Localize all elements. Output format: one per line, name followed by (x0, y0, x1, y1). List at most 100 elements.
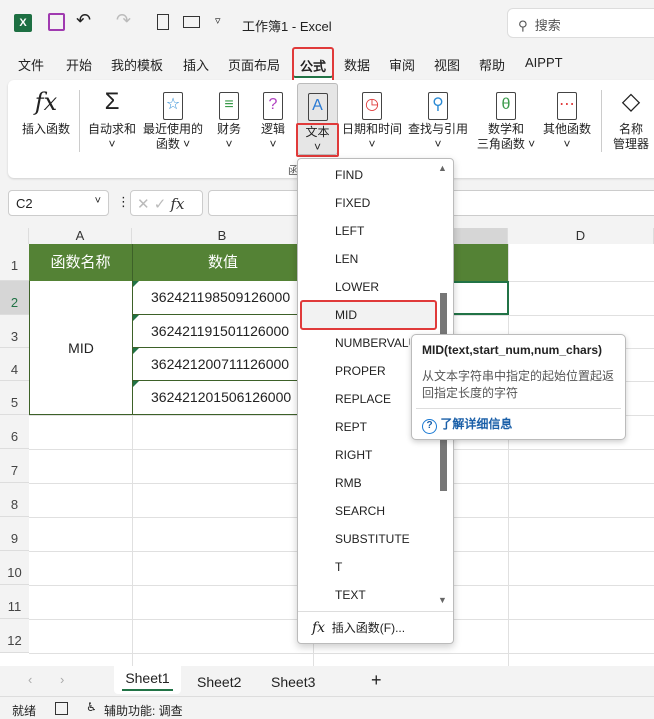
tab-data[interactable]: 数据 (344, 55, 370, 74)
row-header[interactable]: 7 (0, 449, 29, 483)
row-header[interactable]: 6 (0, 415, 29, 449)
name-manager-button[interactable]: ◇ 名称 管理器 (608, 86, 654, 152)
menu-item-rept[interactable]: REPT (335, 420, 367, 434)
value-cell[interactable]: 362421198509126000 (132, 281, 313, 315)
select-all-corner[interactable] (0, 228, 29, 244)
name-box[interactable]: C2 ˅ (8, 190, 109, 216)
scroll-up-icon[interactable]: ▲ (438, 163, 447, 173)
ribbon-divider (601, 90, 602, 152)
menu-item-rmb[interactable]: RMB (335, 476, 362, 490)
menu-item-text[interactable]: TEXT (335, 588, 366, 602)
question-book-icon: ? (263, 92, 283, 120)
formula-buttons: ✕ ✓ fx (130, 190, 203, 216)
enter-icon[interactable]: ✓ (154, 196, 167, 213)
row-header[interactable]: 8 (0, 483, 29, 517)
menu-item-fixed[interactable]: FIXED (335, 196, 370, 210)
help-icon: ? (422, 419, 437, 434)
search-box[interactable]: ⚲ 搜索 (507, 8, 654, 38)
chevron-down-icon: ˅ (94, 195, 101, 207)
scroll-down-icon[interactable]: ▼ (438, 595, 447, 605)
tooltip-divider (416, 408, 621, 409)
sheet-tab-sheet2[interactable]: Sheet2 (197, 674, 241, 690)
value-cell[interactable]: 362421201506126000 (132, 381, 313, 415)
add-sheet-icon[interactable]: + (371, 670, 382, 691)
menu-item-numbervalue[interactable]: NUMBERVALUE (335, 336, 410, 350)
menu-divider (298, 611, 453, 612)
column-header-d[interactable]: D (508, 228, 654, 244)
tab-page-layout[interactable]: 页面布局 (228, 55, 280, 74)
merged-cell-a2-a5[interactable]: MID (29, 281, 133, 415)
letter-a-book-icon: A (307, 93, 328, 121)
insert-function-button[interactable]: fx 插入函数 (18, 86, 74, 137)
value-cell[interactable]: 362421200711126000 (132, 348, 313, 381)
row-header[interactable]: 2 (0, 281, 29, 315)
error-indicator-icon[interactable] (133, 381, 139, 387)
more-icon[interactable]: ⋮ (117, 194, 130, 210)
status-ready: 就绪 (12, 704, 37, 718)
accessibility-icon[interactable]: ♿ (86, 700, 97, 714)
tab-view[interactable]: 视图 (434, 55, 460, 74)
recent-functions-button[interactable]: ☆ 最近使用的 函数 ˅ (141, 86, 205, 152)
redo-icon[interactable]: ↷ (116, 10, 131, 31)
tab-file[interactable]: 文件 (18, 55, 44, 74)
row-header[interactable]: 10 (0, 551, 29, 585)
header-cell-b1[interactable]: 数值 (132, 244, 313, 281)
tab-review[interactable]: 审阅 (389, 55, 415, 74)
save-icon[interactable] (48, 13, 65, 31)
menu-item-search[interactable]: SEARCH (335, 504, 385, 518)
lookup-button[interactable]: ⚲ 查找与引用 ˅ (406, 86, 470, 152)
row-header[interactable]: 1 (0, 244, 29, 281)
menu-item-left[interactable]: LEFT (335, 224, 364, 238)
menu-item-find[interactable]: FIND (335, 168, 363, 182)
row-header[interactable]: 4 (0, 348, 29, 381)
date-time-button[interactable]: ◷ 日期和时间 ˅ (340, 86, 404, 152)
error-indicator-icon[interactable] (133, 315, 139, 321)
menu-item-t[interactable]: T (335, 560, 342, 574)
math-trig-button[interactable]: θ 数学和 三角函数 ˅ (474, 86, 538, 152)
tab-help[interactable]: 帮助 (479, 55, 505, 74)
sheet-tab-sheet3[interactable]: Sheet3 (271, 674, 315, 690)
tab-insert[interactable]: 插入 (183, 55, 209, 74)
value-cell[interactable]: 362421191501126000 (132, 315, 313, 348)
menu-item-mid[interactable]: MID (300, 300, 437, 330)
excel-logo-icon: X (14, 14, 32, 32)
macro-record-icon[interactable] (55, 702, 68, 715)
column-header-b[interactable]: B (132, 228, 313, 244)
sheet-tab-sheet1[interactable]: Sheet1 (114, 666, 181, 694)
tab-templates[interactable]: 我的模板 (111, 55, 163, 74)
row-header[interactable]: 11 (0, 585, 29, 619)
error-indicator-icon[interactable] (133, 281, 139, 287)
prev-sheet-icon[interactable]: ‹ (28, 672, 32, 687)
text-button[interactable]: A 文本 ˅ (296, 83, 339, 157)
new-file-icon[interactable] (157, 14, 169, 30)
menu-item-len[interactable]: LEN (335, 252, 358, 266)
next-sheet-icon[interactable]: › (60, 672, 64, 687)
menu-item-lower[interactable]: LOWER (335, 280, 379, 294)
learn-more-link[interactable]: ? 了解详细信息 (422, 415, 512, 434)
header-cell-a1[interactable]: 函数名称 (29, 244, 132, 281)
row-header[interactable]: 9 (0, 517, 29, 551)
error-indicator-icon[interactable] (133, 348, 139, 354)
more-functions-button[interactable]: ⋯ 其他函数 ˅ (540, 86, 594, 152)
row-header[interactable]: 3 (0, 315, 29, 348)
financial-button[interactable]: ≡ 财务 ˅ (210, 86, 248, 152)
menu-item-replace[interactable]: REPLACE (335, 392, 391, 406)
fx-icon[interactable]: fx (171, 195, 185, 213)
row-header[interactable]: 12 (0, 619, 29, 653)
insert-function-menu-item[interactable]: fx 插入函数(F)... (312, 619, 405, 636)
open-folder-icon[interactable] (183, 16, 200, 28)
logical-button[interactable]: ? 逻辑 ˅ (254, 86, 292, 152)
column-header-a[interactable]: A (29, 228, 132, 244)
autosum-button[interactable]: Σ 自动求和 ˅ (86, 86, 138, 152)
accessibility-status[interactable]: 辅助功能: 调查 (104, 702, 183, 719)
customize-qat-icon[interactable]: ▿ (215, 14, 221, 27)
undo-icon[interactable]: ↶ (76, 10, 91, 31)
tab-home[interactable]: 开始 (66, 55, 92, 74)
row-header[interactable]: 5 (0, 381, 29, 415)
tab-aippt[interactable]: AIPPT (525, 55, 563, 70)
tab-formulas[interactable]: 公式 (292, 47, 335, 83)
cancel-icon[interactable]: ✕ (137, 196, 150, 213)
menu-item-right[interactable]: RIGHT (335, 448, 372, 462)
menu-item-proper[interactable]: PROPER (335, 364, 386, 378)
menu-item-substitute[interactable]: SUBSTITUTE (335, 532, 410, 546)
